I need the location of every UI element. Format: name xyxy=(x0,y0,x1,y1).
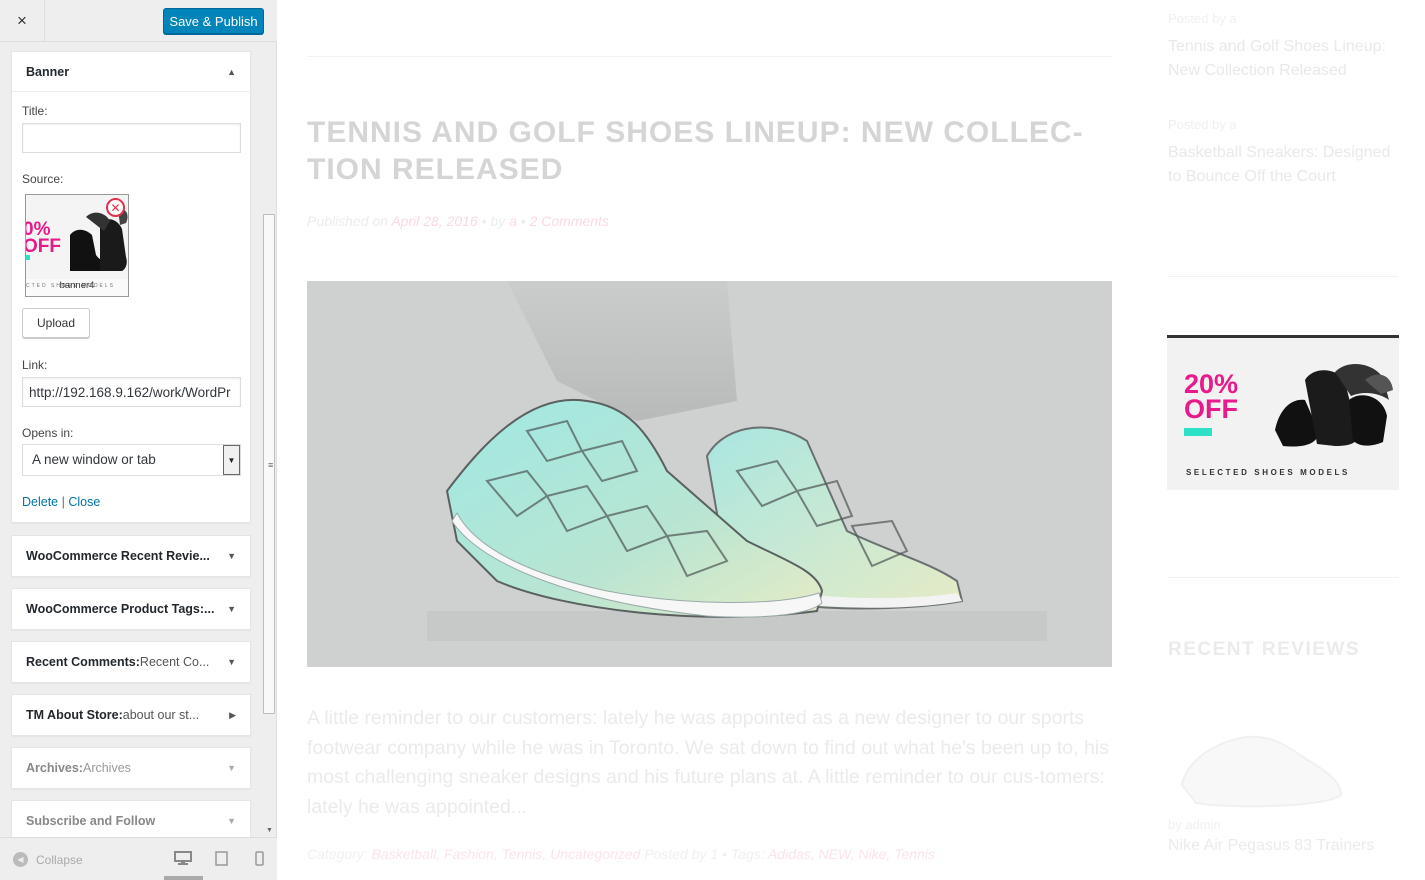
post-author-link[interactable]: a xyxy=(509,213,517,229)
chevron-down-icon[interactable]: ▼ xyxy=(223,445,240,475)
banner-shop-button[interactable] xyxy=(1184,428,1212,436)
customizer-footer: ◀ Collapse xyxy=(0,837,277,880)
expand-arrow-icon[interactable]: ▼ xyxy=(227,604,236,614)
divider xyxy=(1168,577,1398,578)
recent-reviews-heading: RECENT REVIEWS xyxy=(1168,639,1361,660)
review-byline: by admin xyxy=(1168,817,1221,832)
widget-actions: Delete | Close xyxy=(22,495,100,509)
banner-thumbnail: 0% OFF CTED SHOES MODELS banner4 ✕ xyxy=(25,194,129,297)
widget-title: WooCommerce Product Tags:... xyxy=(26,602,215,616)
scrollbar-thumb[interactable]: ≡ xyxy=(263,214,275,714)
post-meta: Published on April 28, 2016 • by a • 2 C… xyxy=(307,213,609,229)
grip-icon: ≡ xyxy=(268,460,274,470)
collapse-icon: ◀ xyxy=(13,852,28,867)
widget-tm-about-store[interactable]: TM About Store: about our st... ▶ xyxy=(11,694,251,736)
save-publish-button[interactable]: Save & Publish xyxy=(163,8,264,34)
opens-in-label: Opens in: xyxy=(22,426,74,440)
post-categories: Category: Basketball, Fashion, Tennis, U… xyxy=(307,846,935,862)
sidebar-banner[interactable]: 20% OFF SELECTED SHOES MODELS xyxy=(1167,335,1399,490)
close-customizer-button[interactable]: × xyxy=(0,0,45,42)
banner-tagline: SELECTED SHOES MODELS xyxy=(1186,468,1350,477)
source-label: Source: xyxy=(22,172,64,186)
expand-arrow-icon[interactable]: ▼ xyxy=(227,763,236,773)
active-device-indicator xyxy=(164,876,203,880)
expand-arrow-icon[interactable]: ▼ xyxy=(227,551,236,561)
divider xyxy=(307,56,1112,57)
tablet-preview-icon[interactable] xyxy=(215,851,228,866)
mobile-preview-icon[interactable] xyxy=(255,851,264,866)
chevron-right-icon[interactable]: ▶ xyxy=(229,710,236,721)
sidebar-post-link[interactable]: Tennis and Golf Shoes Lineup: New Collec… xyxy=(1168,35,1398,83)
thumbnail-caption: banner4 xyxy=(59,280,95,291)
banner-discount: 20% OFF xyxy=(1184,369,1239,424)
widget-recent-comments[interactable]: Recent Comments: Recent Co... ▼ xyxy=(11,641,251,683)
widget-title: Subscribe and Follow xyxy=(26,814,156,828)
widget-subtitle: about our st... xyxy=(122,708,200,722)
widget-archives[interactable]: Archives: Archives ▼ xyxy=(11,747,251,789)
banner-shoe-image xyxy=(1275,364,1393,447)
widget-woocommerce-recent-reviews[interactable]: WooCommerce Recent Revie... ▼ xyxy=(11,535,251,577)
divider xyxy=(1168,276,1398,277)
widget-title: Banner xyxy=(26,64,70,79)
sidebar-post-byline: Posted by a xyxy=(1168,11,1237,26)
widget-title: Archives: xyxy=(26,761,83,775)
desktop-preview-icon[interactable] xyxy=(174,851,192,865)
post-date-link[interactable]: April 28, 2016 xyxy=(391,213,477,229)
site-preview: TENNIS AND GOLF SHOES LINEUP: NEW COLLEC… xyxy=(278,0,1425,880)
sneaker-image xyxy=(307,281,1112,667)
post-title[interactable]: TENNIS AND GOLF SHOES LINEUP: NEW COLLEC… xyxy=(307,114,1117,188)
sidebar-post-byline: Posted by a xyxy=(1168,117,1237,132)
review-product-link[interactable]: Nike Air Pegasus 83 Trainers xyxy=(1168,837,1374,855)
sidebar-post-link[interactable]: Basketball Sneakers: Designed to Bounce … xyxy=(1168,141,1398,189)
remove-image-icon[interactable]: ✕ xyxy=(106,198,125,217)
opens-in-select[interactable]: A new window or tab ▼ xyxy=(22,444,241,476)
collapse-arrow-icon[interactable]: ▲ xyxy=(227,67,236,77)
link-input[interactable] xyxy=(22,377,241,407)
delete-link[interactable]: Delete xyxy=(22,495,58,509)
widget-subscribe-follow[interactable]: Subscribe and Follow ▼ xyxy=(11,800,251,837)
scroll-down-icon[interactable]: ▼ xyxy=(266,827,273,834)
actions-separator: | xyxy=(61,495,65,509)
post-featured-image[interactable] xyxy=(307,281,1112,667)
widgets-scroll-area: Banner ▲ Title: Source: 0% OFF xyxy=(0,42,277,837)
banner-widget-header[interactable]: Banner ▲ xyxy=(12,52,250,92)
widget-woocommerce-product-tags[interactable]: WooCommerce Product Tags:... ▼ xyxy=(11,588,251,630)
banner-widget: Banner ▲ Title: Source: 0% OFF xyxy=(11,51,251,523)
expand-arrow-icon[interactable]: ▼ xyxy=(227,657,236,667)
customizer-panel: × Save & Publish Banner ▲ Title: Source:… xyxy=(0,0,277,880)
tag-links[interactable]: Adidas, NEW, Nike, Tennis xyxy=(768,846,935,862)
post-comments-link[interactable]: 2 Comments xyxy=(530,213,609,229)
collapse-button[interactable]: ◀ Collapse xyxy=(13,852,83,867)
category-links[interactable]: Basketball, Fashion, Tennis, Uncategoriz… xyxy=(372,846,641,862)
close-link[interactable]: Close xyxy=(68,495,100,509)
widget-title: WooCommerce Recent Revie... xyxy=(26,549,210,563)
collapse-label: Collapse xyxy=(36,852,83,867)
title-label: Title: xyxy=(22,104,48,118)
widget-title: TM About Store: xyxy=(26,708,123,722)
widget-title: Recent Comments: xyxy=(26,655,140,669)
expand-arrow-icon[interactable]: ▼ xyxy=(227,816,236,826)
post-excerpt: A little reminder to our customers: late… xyxy=(307,707,1109,818)
title-input[interactable] xyxy=(22,123,241,153)
customizer-header: × Save & Publish xyxy=(0,0,277,42)
close-icon: × xyxy=(17,11,27,30)
upload-button[interactable]: Upload xyxy=(22,308,90,338)
review-product-image[interactable] xyxy=(1176,725,1346,815)
link-label: Link: xyxy=(22,358,48,372)
panel-scrollbar[interactable]: ≡ ▼ xyxy=(262,44,276,834)
svg-text:OFF: OFF xyxy=(26,236,61,257)
widget-subtitle: Recent Co... xyxy=(139,655,210,669)
opens-in-value: A new window or tab xyxy=(32,452,156,467)
widget-subtitle: Archives xyxy=(82,761,131,775)
